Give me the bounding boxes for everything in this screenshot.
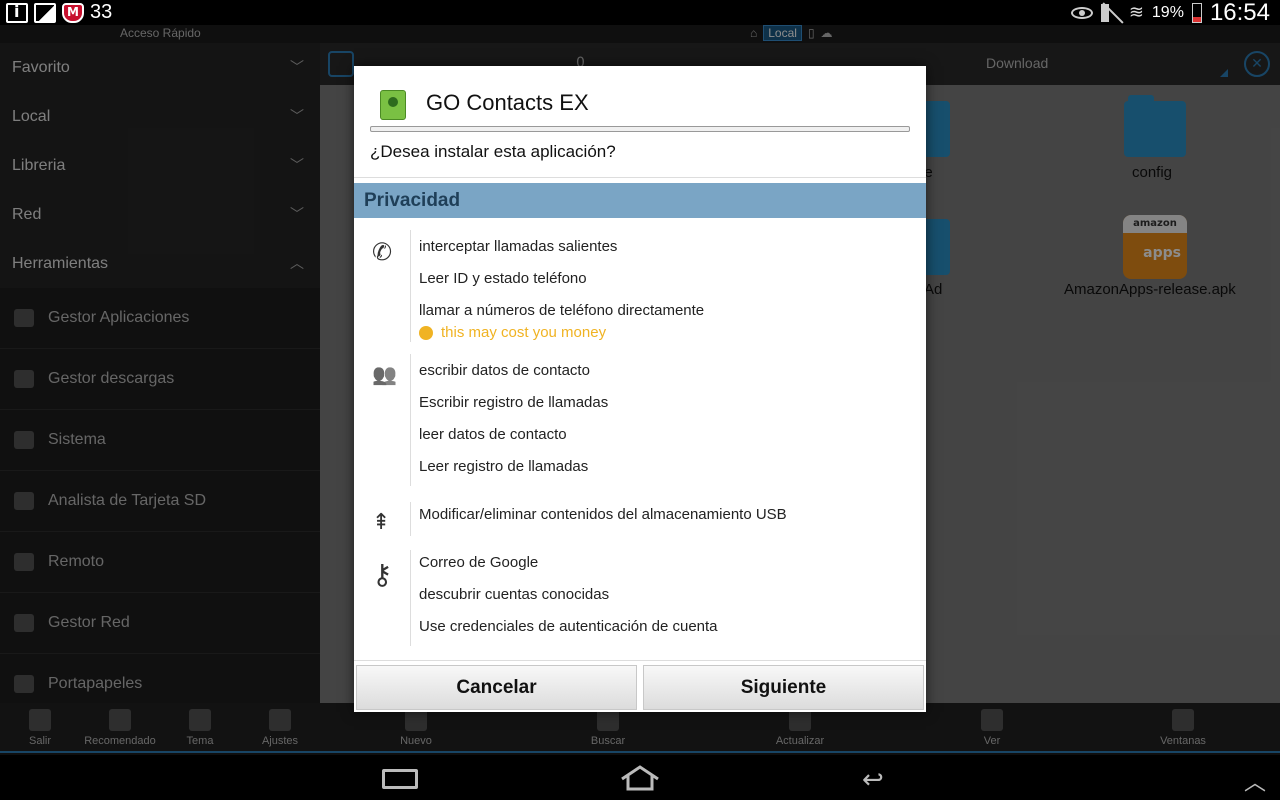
mute-icon [1100,3,1121,22]
permission-item: Modificar/eliminar contenidos del almace… [419,506,787,523]
battery-icon [1191,2,1202,23]
image-icon [34,2,56,23]
group-divider [410,230,411,342]
status-right: ≋ 19% 16:54 [1070,0,1270,26]
recent-apps-icon[interactable] [382,769,418,789]
header-divider [370,126,910,132]
screen: 33 ≋ 19% 16:54 Acceso Rápido ⌂ Local ▯ ☁… [0,0,1280,800]
permission-group-contacts: escribir datos de contacto Escribir regi… [354,354,926,486]
chevron-up-icon[interactable]: ︿ [1244,765,1266,797]
divider [354,177,926,178]
permission-group-usb: Modificar/eliminar contenidos del almace… [354,502,926,538]
permission-item: Escribir registro de llamadas [419,394,609,411]
key-icon [372,558,400,586]
permission-group-phone: interceptar llamadas salientes Leer ID y… [354,230,926,346]
eye-icon [1070,6,1093,19]
footer-divider [354,660,926,661]
battery-percent: 19% [1151,3,1184,21]
cost-warning: this may cost you money [419,324,606,341]
group-divider [410,502,411,536]
contacts-icon [372,362,400,390]
group-divider [410,550,411,646]
install-question: ¿Desea instalar esta aplicación? [370,142,616,161]
section-header-privacy: Privacidad [354,183,926,218]
info-icon [6,2,28,23]
permission-item: llamar a números de teléfono directament… [419,302,705,319]
phone-icon [372,238,400,266]
navigation-bar: ↩ ︿ [0,755,1280,800]
back-icon[interactable]: ↩ [862,765,884,795]
coin-icon [419,325,433,340]
permission-item: Use credenciales de autenticación de cue… [419,618,718,635]
mcafee-icon [62,2,84,23]
wifi-icon: ≋ [1128,2,1144,23]
contacts-app-icon [380,90,406,120]
status-left: 33 [6,0,112,25]
cost-warning-text: this may cost you money [441,324,607,341]
notification-count: 33 [90,1,113,23]
permission-item: Leer ID y estado teléfono [419,270,587,287]
usb-icon [372,510,400,538]
permission-item: escribir datos de contacto [419,362,590,379]
install-dialog: GO Contacts EX ¿Desea instalar esta apli… [354,66,926,712]
permission-item: Correo de Google [419,554,539,571]
permission-item: leer datos de contacto [419,426,567,443]
cancel-button[interactable]: Cancelar [356,665,637,710]
home-icon[interactable] [620,765,660,791]
permission-item: descubrir cuentas conocidas [419,586,610,603]
dialog-header: GO Contacts EX [354,66,926,130]
permission-group-accounts: Correo de Google descubrir cuentas conoc… [354,550,926,650]
permission-item: Leer registro de llamadas [419,458,589,475]
permission-item: interceptar llamadas salientes [419,238,618,255]
group-divider [410,354,411,486]
status-bar: 33 ≋ 19% 16:54 [0,0,1280,26]
next-button[interactable]: Siguiente [643,665,924,710]
app-name: GO Contacts EX [426,90,589,115]
clock: 16:54 [1209,0,1270,26]
